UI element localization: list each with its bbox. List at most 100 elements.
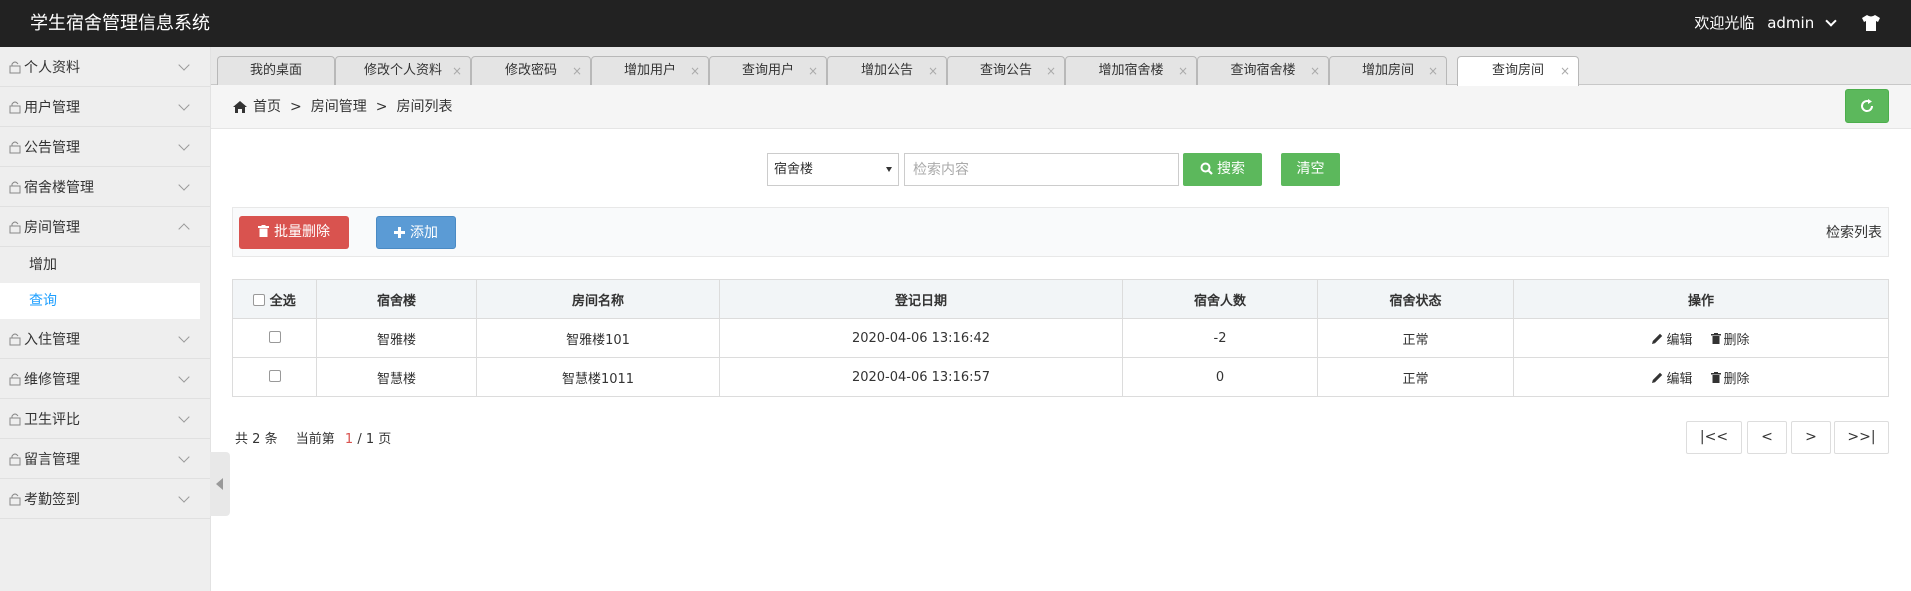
sidebar-item-label: 房间管理 bbox=[24, 219, 80, 236]
close-icon[interactable]: × bbox=[690, 57, 700, 85]
close-icon[interactable]: × bbox=[452, 57, 462, 85]
tab-edit-profile[interactable]: 修改个人资料 × bbox=[335, 56, 471, 85]
lock-icon bbox=[9, 221, 21, 233]
add-button-label: 添加 bbox=[410, 225, 438, 241]
building-select[interactable]: 宿舍楼 bbox=[767, 153, 899, 186]
page-count: 共 2 条 当前第 1 / 1 页 bbox=[235, 428, 391, 447]
last-page-button[interactable]: >>| bbox=[1834, 421, 1889, 454]
sidebar-item-label: 卫生评比 bbox=[24, 411, 80, 428]
tab-change-password[interactable]: 修改密码 × bbox=[471, 56, 591, 85]
lock-icon bbox=[9, 141, 21, 153]
lock-icon bbox=[9, 413, 21, 425]
sidebar-item-users[interactable]: 用户管理 bbox=[0, 87, 210, 127]
row-checkbox[interactable] bbox=[268, 369, 281, 382]
prev-page-button[interactable]: < bbox=[1747, 421, 1787, 454]
sidebar-item-rooms[interactable]: 房间管理 bbox=[0, 207, 210, 247]
close-icon[interactable]: × bbox=[928, 57, 938, 85]
user-menu[interactable]: 欢迎光临 admin bbox=[1694, 0, 1837, 47]
tab-query-user[interactable]: 查询用户 × bbox=[709, 56, 827, 85]
home-icon bbox=[233, 101, 247, 113]
close-icon[interactable]: × bbox=[1046, 57, 1056, 85]
tab-label: 修改密码 bbox=[504, 63, 557, 78]
tab-label: 查询房间 bbox=[1491, 63, 1544, 78]
status-cell: 正常 bbox=[1317, 357, 1514, 397]
tab-add-user[interactable]: 增加用户 × bbox=[591, 56, 709, 85]
current-page: 1 bbox=[344, 432, 354, 447]
search-button[interactable]: 搜索 bbox=[1183, 153, 1262, 186]
shirt-icon[interactable] bbox=[1861, 14, 1881, 32]
list-title: 检索列表 bbox=[1826, 225, 1882, 241]
tab-query-building[interactable]: 查询宿舍楼 × bbox=[1197, 56, 1329, 85]
delete-label: 删除 bbox=[1723, 332, 1750, 348]
close-icon[interactable]: × bbox=[1178, 57, 1188, 85]
sidebar-item-label: 维修管理 bbox=[24, 371, 80, 388]
close-icon[interactable]: × bbox=[808, 57, 818, 85]
tab-query-notice[interactable]: 查询公告 × bbox=[947, 56, 1065, 85]
chevron-down-icon bbox=[178, 139, 190, 151]
app-title: 学生宿舍管理信息系统 bbox=[30, 13, 210, 34]
select-all-label: 全选 bbox=[269, 293, 296, 309]
batch-delete-button[interactable]: 批量删除 bbox=[239, 216, 349, 249]
close-icon[interactable]: × bbox=[1428, 57, 1438, 85]
sidebar-subitem-query[interactable]: 查询 bbox=[0, 283, 200, 319]
tab-label: 增加用户 bbox=[623, 63, 676, 78]
lock-icon bbox=[9, 453, 21, 465]
welcome-text: 欢迎光临 bbox=[1694, 14, 1755, 32]
sidebar-item-label: 公告管理 bbox=[24, 139, 80, 156]
sidebar-item-hygiene[interactable]: 卫生评比 bbox=[0, 399, 210, 439]
search-input[interactable] bbox=[904, 153, 1179, 186]
sidebar-subitem-add[interactable]: 增加 bbox=[0, 247, 210, 283]
chevron-down-icon bbox=[178, 99, 190, 111]
first-page-button[interactable]: |<< bbox=[1686, 421, 1742, 454]
close-icon[interactable]: × bbox=[572, 57, 582, 85]
select-all-header[interactable]: 全选 bbox=[232, 279, 317, 319]
tab-label: 我的桌面 bbox=[249, 63, 302, 78]
sidebar-item-label: 用户管理 bbox=[24, 99, 80, 116]
chevron-down-icon bbox=[178, 179, 190, 191]
next-page-button[interactable]: > bbox=[1791, 421, 1831, 454]
breadcrumb-room-list: 房间列表 bbox=[396, 99, 453, 115]
building-cell: 智雅楼 bbox=[316, 318, 477, 358]
tab-bar: 我的桌面 修改个人资料 × 修改密码 × 增加用户 × 查询用户 × 增加公告 × 查询公… bbox=[211, 47, 1911, 86]
lock-icon bbox=[9, 373, 21, 385]
trash-icon bbox=[1710, 371, 1721, 383]
sidebar-item-messages[interactable]: 留言管理 bbox=[0, 439, 210, 479]
sidebar-item-profile[interactable]: 个人资料 bbox=[0, 47, 210, 87]
delete-button[interactable]: 删除 bbox=[1710, 368, 1750, 387]
column-header: 房间名称 bbox=[476, 279, 720, 319]
sidebar-collapse-toggle[interactable] bbox=[210, 452, 230, 516]
breadcrumb-separator: > bbox=[290, 99, 302, 115]
breadcrumb-home[interactable]: 首页 bbox=[253, 85, 281, 129]
pencil-icon bbox=[1652, 333, 1663, 344]
sidebar-item-checkin[interactable]: 入住管理 bbox=[0, 319, 210, 359]
add-button[interactable]: 添加 bbox=[376, 216, 456, 249]
refresh-button[interactable] bbox=[1845, 89, 1889, 123]
close-icon[interactable]: × bbox=[1560, 57, 1570, 85]
tab-query-room[interactable]: 查询房间 × bbox=[1457, 56, 1579, 86]
tab-add-building[interactable]: 增加宿舍楼 × bbox=[1065, 56, 1197, 85]
tab-label: 增加房间 bbox=[1361, 63, 1414, 78]
select-all-checkbox[interactable] bbox=[253, 293, 266, 306]
edit-button[interactable]: 编辑 bbox=[1652, 329, 1693, 348]
sidebar-item-attendance[interactable]: 考勤签到 bbox=[0, 479, 210, 519]
sidebar-item-notices[interactable]: 公告管理 bbox=[0, 127, 210, 167]
sidebar-item-label: 个人资料 bbox=[24, 59, 80, 76]
breadcrumb-room-management[interactable]: 房间管理 bbox=[311, 85, 367, 129]
tab-desktop[interactable]: 我的桌面 bbox=[217, 56, 335, 85]
total-suffix: 条 bbox=[264, 432, 278, 447]
tab-add-room[interactable]: 增加房间 × bbox=[1329, 56, 1447, 85]
building-cell: 智慧楼 bbox=[316, 357, 477, 397]
delete-button[interactable]: 删除 bbox=[1710, 329, 1750, 348]
sidebar-item-buildings[interactable]: 宿舍楼管理 bbox=[0, 167, 210, 207]
batch-delete-label: 批量删除 bbox=[274, 224, 330, 240]
room-name-cell: 智雅楼101 bbox=[476, 318, 720, 358]
total-pages: 1 bbox=[365, 432, 375, 447]
edit-button[interactable]: 编辑 bbox=[1652, 368, 1693, 387]
row-checkbox[interactable] bbox=[268, 330, 281, 343]
close-icon[interactable]: × bbox=[1310, 57, 1320, 85]
sidebar-item-repair[interactable]: 维修管理 bbox=[0, 359, 210, 399]
trash-icon bbox=[258, 225, 269, 237]
table-row: 智雅楼 智雅楼101 2020-04-06 13:16:42 -2 正常 编辑 … bbox=[232, 318, 1889, 358]
tab-add-notice[interactable]: 增加公告 × bbox=[827, 56, 947, 85]
clear-button[interactable]: 清空 bbox=[1281, 153, 1340, 186]
